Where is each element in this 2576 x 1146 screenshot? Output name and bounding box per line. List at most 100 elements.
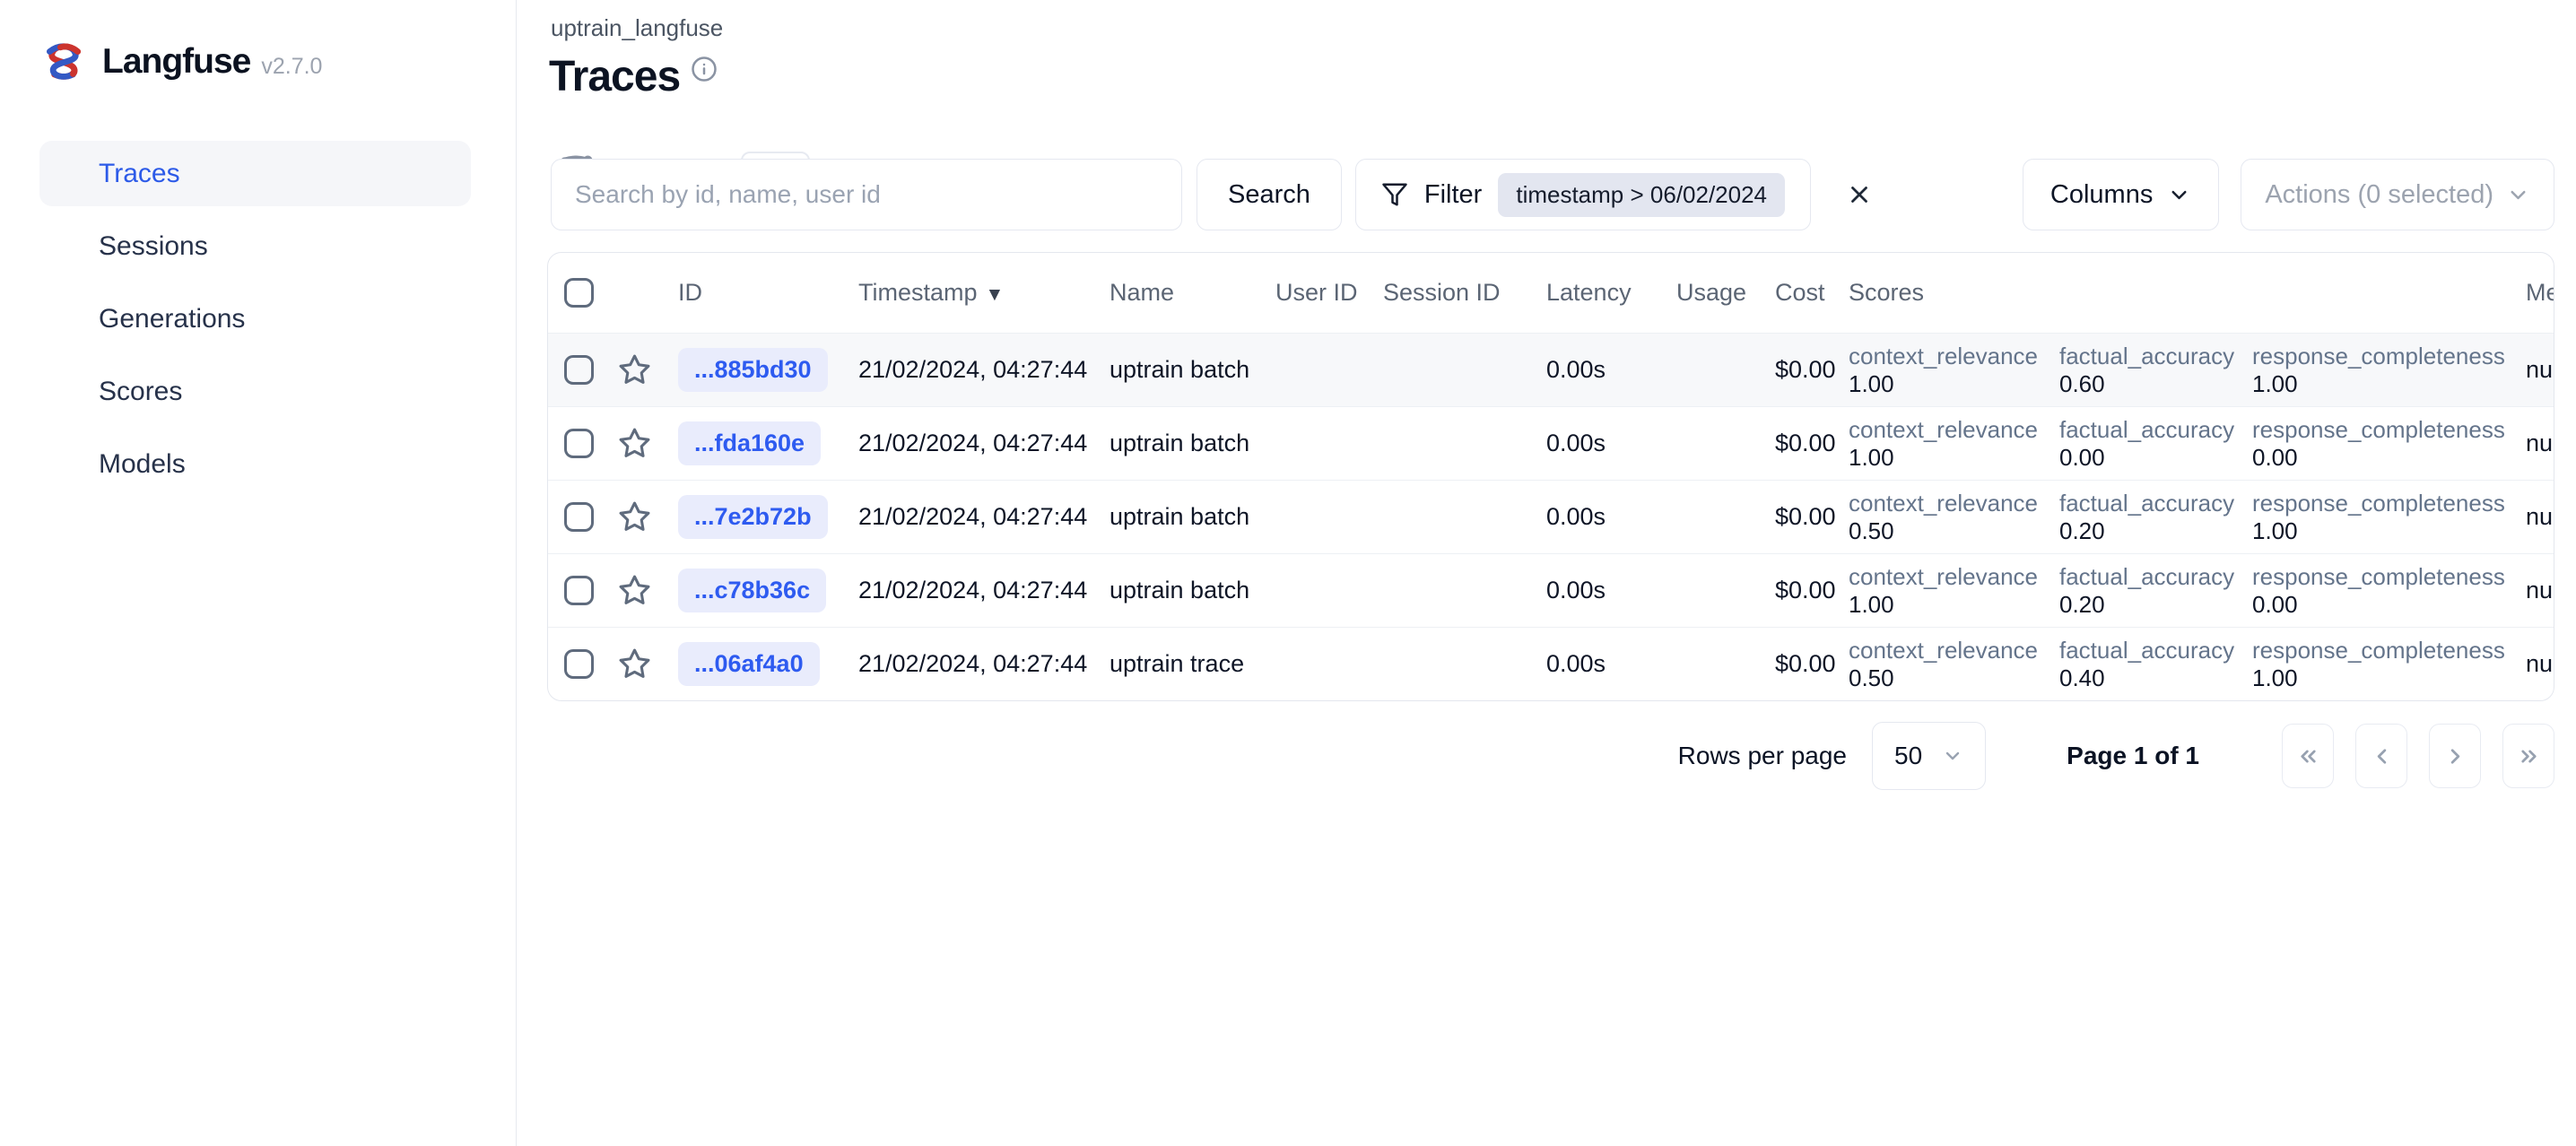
scores-cell: context_relevance 0.50 factual_accuracy 0.2… [1849,490,2526,545]
pagination-bar: Rows per page 50 Page 1 of 1 [551,721,2554,791]
sidebar-item-label: Generations [99,303,246,334]
app-version: v2.7.0 [261,53,323,79]
funnel-icon [1381,181,1408,208]
sidebar-item-label: Models [99,448,186,479]
sidebar-item-generations[interactable]: Generations [0,282,516,355]
toolbar: Search Filter timestamp > 06/02/2024 Col… [551,159,2554,230]
chevrons-right-icon [2517,744,2541,768]
scores-cell: context_relevance 0.50 factual_accuracy 0.4… [1849,637,2526,692]
cost-cell: $0.00 [1775,430,1836,456]
star-icon[interactable] [618,647,678,681]
metadata-cell: null [2526,503,2554,530]
rows-per-page-select[interactable]: 50 [1872,722,1987,790]
score-response_completeness: response_completeness 1.00 [2252,489,2505,544]
trace-id-link[interactable]: ...7e2b72b [678,495,828,539]
column-header-name[interactable]: Name [1110,279,1275,307]
table-row[interactable]: ...fda160e 21/02/2024, 04:27:44 uptrain … [548,406,2554,480]
breadcrumb-project[interactable]: uptrain_langfuse [551,14,723,42]
table-row[interactable]: ...06af4a0 21/02/2024, 04:27:44 uptrain … [548,627,2554,700]
filter-button[interactable]: Filter timestamp > 06/02/2024 [1354,159,1812,230]
trace-id-link[interactable]: ...c78b36c [678,569,827,612]
row-checkbox[interactable] [564,502,594,532]
row-checkbox[interactable] [564,576,594,605]
table-row[interactable]: ...c78b36c 21/02/2024, 04:27:44 uptrain … [548,553,2554,627]
star-icon[interactable] [618,427,678,460]
trace-id-link[interactable]: ...fda160e [678,421,822,465]
chevron-down-icon [2506,183,2530,207]
page-info: Page 1 of 1 [2067,742,2199,769]
sidebar-item-models[interactable]: Models [0,428,516,500]
clear-filter-button[interactable] [1834,159,1884,230]
prev-page-button[interactable] [2355,724,2407,788]
metadata-cell: null [2526,650,2554,677]
latency-cell: 0.00s [1546,430,1606,456]
score-factual_accuracy: factual_accuracy 0.00 [2059,415,2235,471]
scores-cell: context_relevance 1.00 factual_accuracy 0.6… [1849,343,2526,398]
table-row[interactable]: ...885bd30 21/02/2024, 04:27:44 uptrain … [548,333,2554,406]
timestamp-cell: 21/02/2024, 04:27:44 [858,430,1088,456]
sidebar-item-sessions[interactable]: Sessions [0,210,516,282]
table-row[interactable]: ...7e2b72b 21/02/2024, 04:27:44 uptrain … [548,480,2554,553]
star-icon[interactable] [618,574,678,607]
score-response_completeness: response_completeness 1.00 [2252,636,2505,691]
star-icon[interactable] [618,353,678,386]
trace-id-link[interactable]: ...885bd30 [678,348,828,392]
columns-button-label: Columns [2049,179,2154,209]
scores-cell: context_relevance 1.00 factual_accuracy 0.0… [1849,416,2526,472]
star-icon[interactable] [618,500,678,534]
timestamp-cell: 21/02/2024, 04:27:44 [858,503,1088,530]
sidebar-item-label: Sessions [99,230,208,261]
search-input[interactable] [551,159,1182,230]
score-factual_accuracy: factual_accuracy 0.60 [2059,342,2235,397]
timestamp-cell: 21/02/2024, 04:27:44 [858,577,1088,603]
main-content: uptrain_langfuse Traces Search Filter ti… [517,0,2576,1146]
info-icon[interactable] [691,56,718,82]
chevron-down-icon [2167,183,2191,207]
name-cell: uptrain trace [1110,650,1245,677]
close-icon [1846,181,1873,208]
column-header-session-id[interactable]: Session ID [1383,279,1546,307]
sidebar-item-scores[interactable]: Scores [0,355,516,428]
title-row: Traces [549,52,718,101]
column-header-usage[interactable]: Usage [1676,279,1775,307]
first-page-button[interactable] [2282,724,2334,788]
sidebar-menu: Dashboard Tracing Traces Sessions Genera… [0,133,810,505]
column-header-id[interactable]: ID [678,279,858,307]
sidebar-item-label: Traces [99,158,180,188]
row-checkbox[interactable] [564,429,594,458]
search-button[interactable]: Search [1197,159,1342,230]
select-all-checkbox[interactable] [564,278,594,308]
trace-id-link[interactable]: ...06af4a0 [678,642,820,686]
filter-chip[interactable]: timestamp > 06/02/2024 [1498,172,1786,217]
score-response_completeness: response_completeness 0.00 [2252,562,2505,618]
latency-cell: 0.00s [1546,650,1606,677]
cost-cell: $0.00 [1775,650,1836,677]
score-context_relevance: context_relevance 1.00 [1849,415,2039,471]
sort-desc-icon: ▼ [985,284,1005,305]
last-page-button[interactable] [2502,724,2554,788]
row-checkbox[interactable] [564,649,594,679]
column-header-latency[interactable]: Latency [1546,279,1676,307]
column-header-user-id[interactable]: User ID [1275,279,1383,307]
column-header-timestamp[interactable]: Timestamp ▼ [858,279,1110,307]
timestamp-cell: 21/02/2024, 04:27:44 [858,650,1088,677]
timestamp-cell: 21/02/2024, 04:27:44 [858,356,1088,383]
sidebar-item-traces[interactable]: Traces [0,137,516,210]
score-response_completeness: response_completeness 0.00 [2252,415,2505,471]
metadata-cell: null [2526,430,2554,456]
column-header-cost[interactable]: Cost [1775,279,1849,307]
table-header-row: ID Timestamp ▼ Name User ID Session ID La… [548,253,2554,333]
actions-button[interactable]: Actions (0 selected) [2241,159,2554,230]
scores-cell: context_relevance 1.00 factual_accuracy 0.2… [1849,563,2526,619]
name-cell: uptrain batch [1110,356,1250,383]
rows-per-page-label: Rows per page [1677,742,1847,769]
next-page-button[interactable] [2429,724,2481,788]
score-context_relevance: context_relevance 0.50 [1849,489,2039,544]
column-header-metadata[interactable]: Metadata [2526,279,2554,307]
traces-table: ID Timestamp ▼ Name User ID Session ID La… [547,252,2554,701]
columns-button[interactable]: Columns [2022,159,2220,230]
row-checkbox[interactable] [564,355,594,385]
column-header-scores[interactable]: Scores [1849,279,2526,307]
app-name: Langfuse [102,42,251,81]
logo[interactable]: Langfuse v2.7.0 [41,39,322,84]
